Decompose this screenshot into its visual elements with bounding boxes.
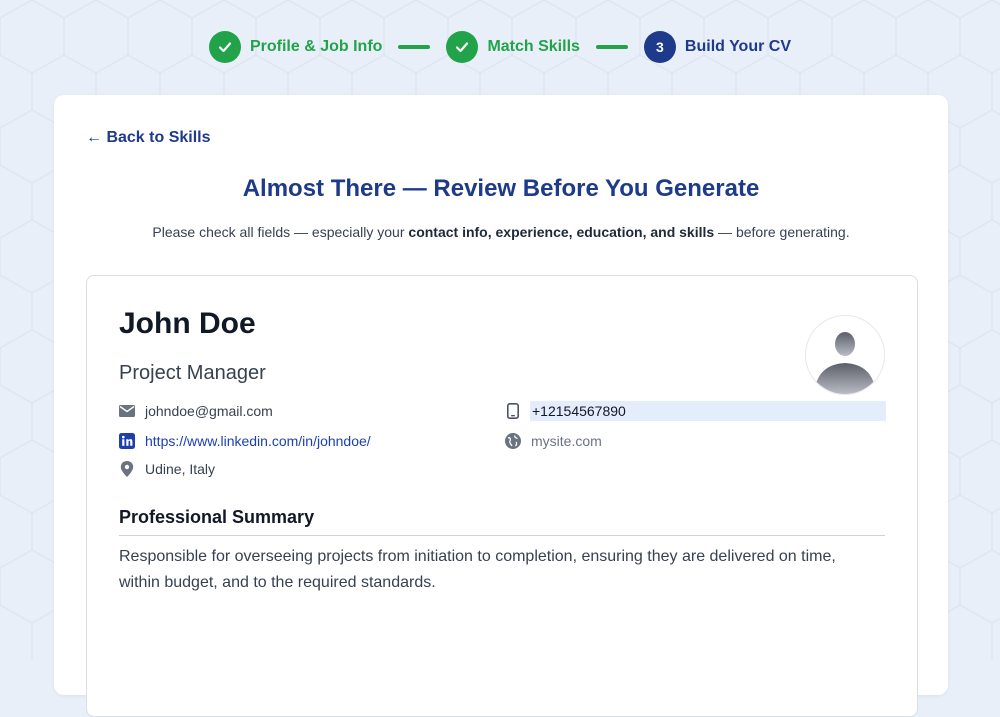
contact-location[interactable]: Udine, Italy	[119, 459, 215, 479]
cv-preview: John Doe Project Manager johndoe@gmail.c…	[86, 275, 918, 717]
location-value: Udine, Italy	[145, 461, 216, 477]
review-card: ← Back to Skills Almost There — Review B…	[54, 95, 948, 717]
mail-icon	[119, 403, 135, 419]
step-build-your-cv[interactable]: 3 Build Your CV	[643, 31, 791, 63]
globe-icon	[505, 433, 521, 449]
instructions-text: Please check all fields — especially you…	[152, 224, 409, 240]
contact-phone-icon-wrap	[505, 401, 521, 421]
phone-icon	[505, 403, 521, 419]
linkedin-icon	[119, 433, 135, 449]
contact-website[interactable]: mysite.com	[505, 431, 602, 451]
cv-job-title[interactable]: Project Manager	[119, 362, 266, 385]
step-number-badge: 3	[643, 31, 676, 63]
section-divider	[119, 535, 885, 536]
website-placeholder: mysite.com	[531, 433, 602, 449]
check-icon	[208, 31, 241, 63]
cv-name[interactable]: John Doe	[119, 307, 256, 341]
step-profile-job-info[interactable]: Profile & Job Info	[208, 31, 383, 63]
profile-photo[interactable]	[805, 315, 885, 395]
contact-linkedin[interactable]: https://www.linkedin.com/in/johndoe/	[119, 431, 371, 451]
page-instructions: Please check all fields — especially you…	[54, 224, 948, 240]
location-pin-icon	[119, 461, 135, 477]
back-to-skills-link[interactable]: ← Back to Skills	[86, 129, 211, 147]
step-label: Build Your CV	[684, 38, 791, 55]
contact-email[interactable]: johndoe@gmail.com	[119, 401, 273, 421]
progress-stepper: Profile & Job Info Match Skills 3 Build …	[0, 31, 1000, 63]
email-value: johndoe@gmail.com	[145, 403, 273, 419]
page-title: Almost There — Review Before You Generat…	[242, 175, 760, 202]
instructions-emphasis: contact info, experience, education, and…	[408, 224, 715, 240]
linkedin-url: https://www.linkedin.com/in/johndoe/	[145, 433, 371, 449]
step-label: Match Skills	[487, 38, 580, 55]
step-connector	[398, 45, 431, 49]
professional-summary-text[interactable]: Responsible for overseeing projects from…	[119, 544, 859, 596]
phone-field[interactable]	[530, 401, 886, 421]
step-label: Profile & Job Info	[249, 38, 383, 55]
check-icon	[446, 31, 479, 63]
instructions-text-end: — before generating.	[714, 224, 850, 240]
section-title-professional-summary: Professional Summary	[119, 507, 315, 527]
step-match-skills[interactable]: Match Skills	[446, 31, 580, 63]
step-connector	[595, 45, 628, 49]
